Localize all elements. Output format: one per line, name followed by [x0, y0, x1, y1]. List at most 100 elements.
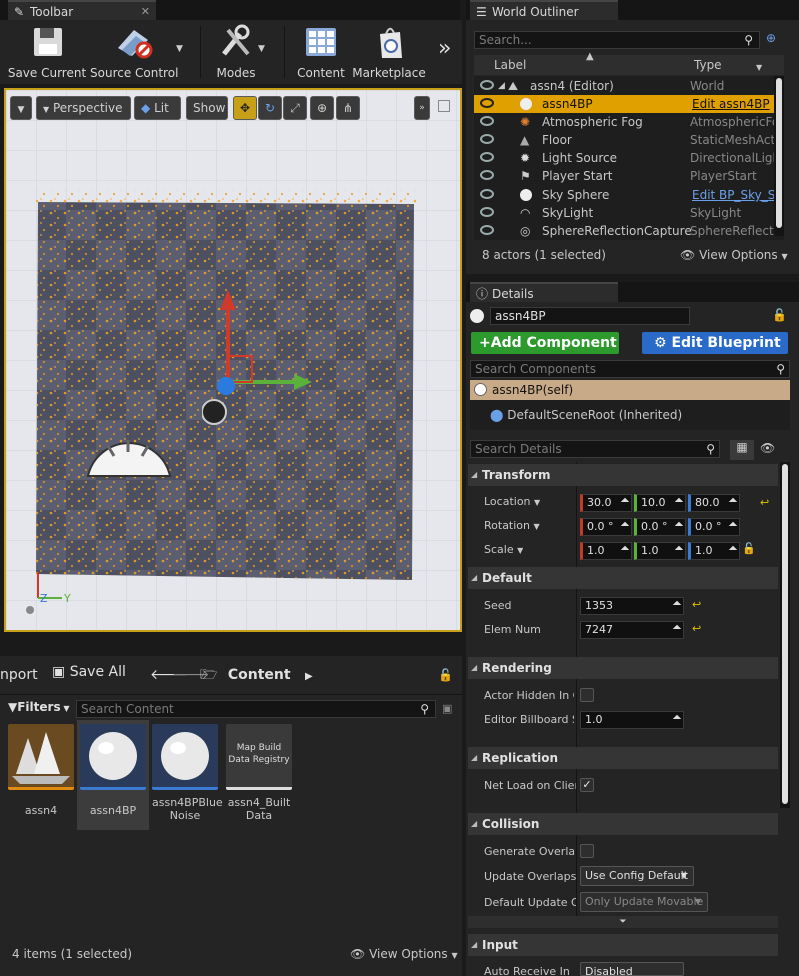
section-collision[interactable]: Collision [468, 813, 778, 835]
generate-overlap-checkbox[interactable] [580, 844, 594, 858]
collapse-arrow-icon[interactable]: ◢ [498, 77, 505, 95]
rotation-z-field[interactable]: 0.0 ° [688, 518, 740, 536]
visibility-eye-icon[interactable] [480, 152, 494, 162]
outliner-search-input[interactable]: Search... ⚲ [474, 31, 760, 49]
source-control-button[interactable]: Source Control [90, 22, 178, 82]
actor-name-input[interactable]: assn4BP [490, 307, 690, 325]
rotation-label[interactable]: Rotation ▼ [484, 519, 540, 532]
location-x-field[interactable]: 30.0 [580, 494, 632, 512]
content-button[interactable]: Content [292, 22, 350, 82]
lit-button[interactable]: ◆ Lit [134, 96, 181, 120]
level-viewport[interactable]: Z Y [4, 88, 462, 632]
scale-label[interactable]: Scale ▼ [484, 543, 523, 556]
section-rendering[interactable]: Rendering [468, 657, 778, 679]
tab-toolbar[interactable]: ✎ Toolbar ✕ [8, 0, 156, 20]
location-z-field[interactable]: 80.0 [688, 494, 740, 512]
outliner-row-type-link[interactable]: Edit BP_Sky_S [692, 186, 784, 204]
scale-mode-button[interactable]: ⤢ [283, 96, 307, 120]
save-current-button[interactable]: Save Current [6, 22, 88, 82]
scale-y-field[interactable]: 1.0 [634, 542, 686, 560]
edit-blueprint-button[interactable]: ⚙ Edit Blueprint ▼ [642, 332, 788, 373]
add-component-button[interactable]: +Add Component ▼ [471, 332, 619, 373]
lock-icon[interactable]: 🔓 [742, 542, 756, 555]
property-matrix-icon[interactable]: ▦ [730, 440, 754, 460]
rotation-y-field[interactable]: 0.0 ° [634, 518, 686, 536]
seed-field[interactable]: 1353 [580, 597, 684, 615]
section-replication[interactable]: Replication [468, 747, 778, 769]
viewport-more-button[interactable]: » [414, 96, 430, 120]
modes-button[interactable]: Modes [206, 22, 266, 82]
elem-num-field[interactable]: 7247 [580, 621, 684, 639]
outliner-scrollbar[interactable] [774, 76, 784, 236]
visibility-eye-icon[interactable] [480, 207, 494, 217]
toolbar-more-icon[interactable]: » [438, 36, 451, 61]
perspective-button[interactable]: ▼ Perspective [36, 96, 131, 120]
column-header-type[interactable]: Type [694, 58, 722, 72]
net-load-checkbox[interactable]: ✓ [580, 778, 594, 792]
lock-icon[interactable]: 🔓 [438, 668, 453, 682]
actor-hidden-checkbox[interactable] [580, 688, 594, 702]
visibility-eye-icon[interactable] [480, 98, 494, 108]
section-default[interactable]: Default [468, 567, 778, 589]
transform-gizmo[interactable] [202, 286, 312, 436]
translate-mode-button[interactable]: ✥ [233, 96, 257, 120]
viewport-options-button[interactable]: ▼ [10, 96, 32, 120]
surface-snap-button[interactable]: ⋔ [336, 96, 360, 120]
outliner-row[interactable]: ◠ SkyLight SkyLight [474, 204, 784, 222]
add-folder-icon[interactable]: ⊕ [766, 31, 776, 45]
marketplace-button[interactable]: Marketplace [352, 22, 426, 82]
content-view-options-button[interactable]: 👁 View Options ▼ [350, 947, 458, 961]
asset-tile[interactable]: Map Build Data Registry assn4_Built Data [226, 724, 292, 822]
lock-icon[interactable]: 🔓 [772, 308, 787, 322]
modes-dropdown-icon[interactable]: ▼ [258, 44, 265, 54]
outliner-row[interactable]: ⚑ Player Start PlayerStart [474, 167, 784, 185]
outliner-row[interactable]: Sky Sphere Edit BP_Sky_S [474, 186, 784, 204]
rotate-mode-button[interactable]: ↻ [258, 96, 282, 120]
column-header-label[interactable]: Label [494, 58, 526, 72]
content-search-input[interactable]: Search Content ⚲ [76, 700, 436, 718]
default-update-dropdown[interactable]: Only Update Movable ▼ [580, 892, 708, 912]
filters-button[interactable]: ▼Filters ▼ [8, 700, 70, 714]
outliner-row[interactable]: ✹ Light Source DirectionalLigh [474, 149, 784, 167]
visibility-eye-icon[interactable] [480, 189, 494, 199]
reset-to-default-icon[interactable]: ↩ [692, 622, 701, 635]
outliner-row-selected[interactable]: assn4BP Edit assn4BP [474, 95, 784, 113]
component-root-row[interactable]: ⬤ DefaultSceneRoot (Inherited) [490, 408, 682, 422]
scale-z-field[interactable]: 1.0 [688, 542, 740, 560]
details-scrollbar[interactable] [780, 462, 790, 808]
reset-to-default-icon[interactable]: ↩ [692, 598, 701, 611]
visibility-eye-icon[interactable] [480, 170, 494, 180]
world-space-button[interactable]: ⊕ [310, 96, 334, 120]
outliner-row[interactable]: ✺ Atmospheric Fog AtmosphericFo [474, 113, 784, 131]
close-icon[interactable]: ✕ [141, 2, 150, 22]
import-button[interactable]: nport [0, 667, 38, 683]
reset-to-default-icon[interactable]: ↩ [760, 496, 769, 509]
outliner-row[interactable]: ▲ Floor StaticMeshActo [474, 131, 784, 149]
tab-world-outliner[interactable]: ☰ World Outliner [470, 0, 618, 20]
directional-light-gizmo[interactable] [84, 430, 174, 480]
save-search-icon[interactable]: ▣ [442, 702, 452, 715]
advanced-expander[interactable]: ⏷ [468, 916, 778, 928]
section-input[interactable]: Input [468, 934, 778, 956]
eye-icon[interactable]: 👁 [760, 441, 775, 455]
save-all-button[interactable]: ▣ Save All [52, 664, 126, 686]
scale-x-field[interactable]: 1.0 [580, 542, 632, 560]
chevron-down-icon[interactable]: ▼ [756, 63, 762, 72]
asset-tile[interactable]: assn4 [8, 724, 74, 817]
location-label[interactable]: Location ▼ [484, 495, 540, 508]
outliner-view-options-button[interactable]: 👁 View Options ▼ [680, 248, 788, 262]
location-y-field[interactable]: 10.0 [634, 494, 686, 512]
maximize-viewport-icon[interactable] [438, 100, 450, 112]
visibility-eye-icon[interactable] [480, 225, 494, 235]
rotation-x-field[interactable]: 0.0 ° [580, 518, 632, 536]
search-details-input[interactable]: Search Details ⚲ [470, 440, 720, 458]
outliner-row[interactable]: ◢ ⛰ assn4 (Editor) World [474, 77, 784, 95]
outliner-row[interactable]: ◎ SphereReflectionCapture SphereReflecti… [474, 222, 784, 240]
section-transform[interactable]: Transform [468, 464, 778, 486]
visibility-eye-icon[interactable] [480, 134, 494, 144]
asset-tile[interactable]: assn4BP [80, 724, 146, 817]
visibility-eye-icon[interactable] [480, 80, 494, 90]
show-button[interactable]: Show [186, 96, 228, 120]
source-control-dropdown-icon[interactable]: ▼ [176, 44, 183, 54]
billboard-scale-field[interactable]: 1.0 [580, 711, 684, 729]
